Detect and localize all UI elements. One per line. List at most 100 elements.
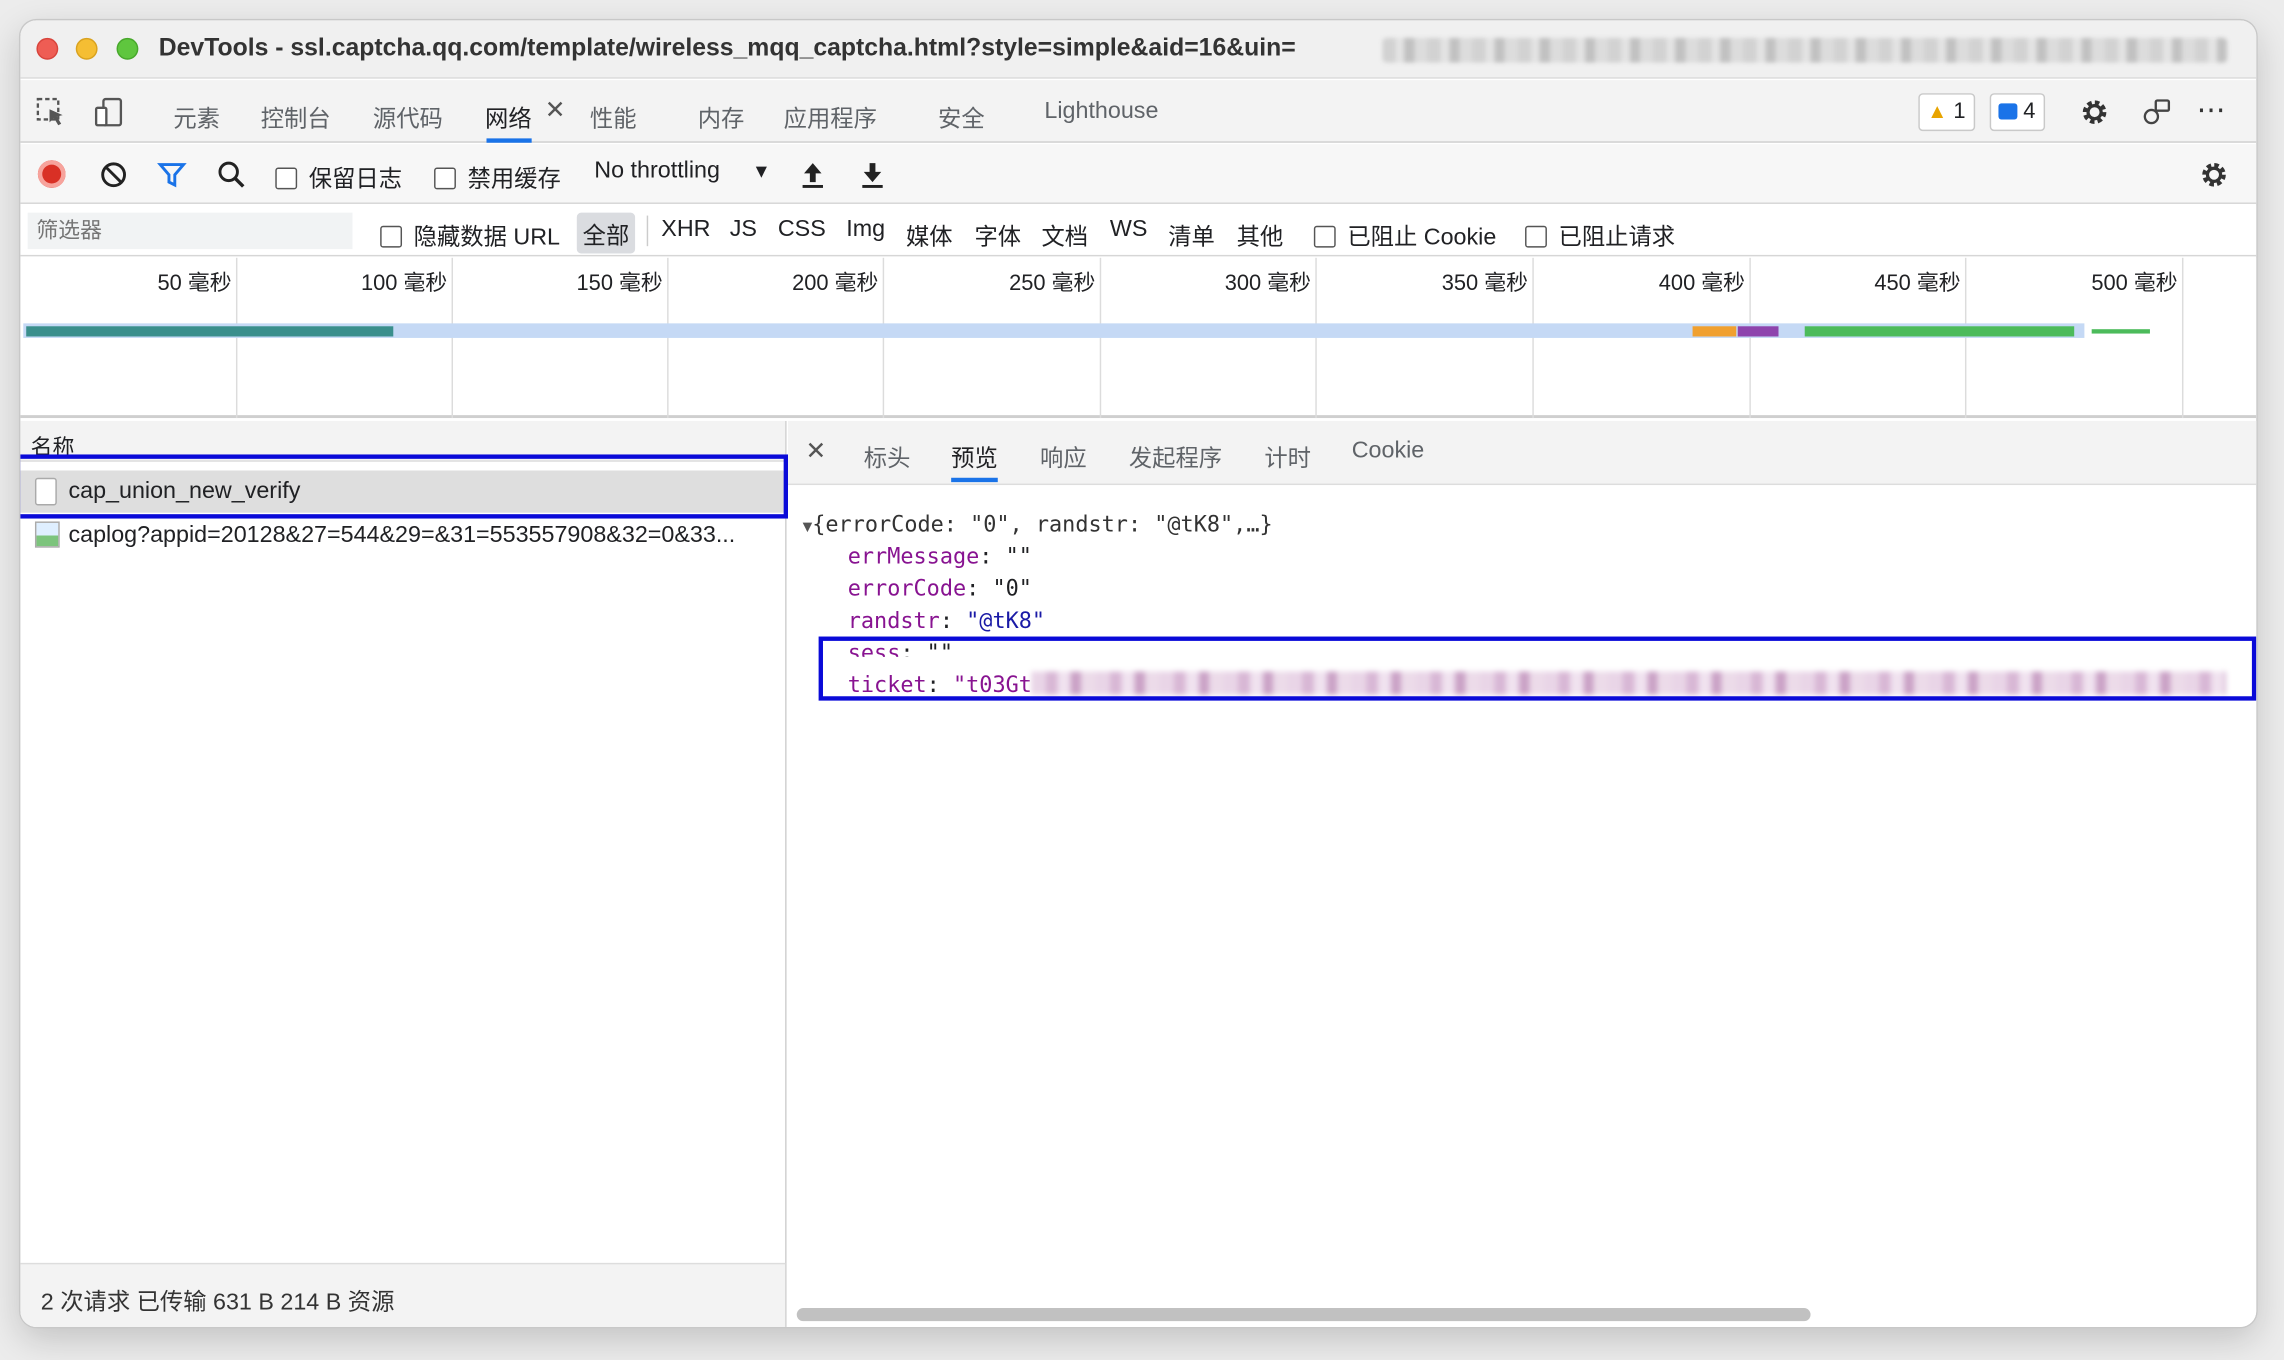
filter-type-xhr[interactable]: XHR	[661, 217, 710, 243]
request-row-caplog[interactable]: caplog?appid=20128&27=544&29=&31=5535579…	[20, 514, 786, 556]
tab-sources[interactable]: 源代码	[373, 99, 443, 134]
request-name: caplog?appid=20128&27=544&29=&31=5535579…	[68, 522, 736, 548]
timeline-tick: 400 毫秒	[1658, 270, 1746, 296]
status-bar: 2 次请求 已传输 631 B 214 B 资源	[20, 1262, 786, 1327]
checkbox-icon	[275, 167, 298, 190]
checkbox-icon	[380, 225, 403, 248]
tab-initiator[interactable]: 发起程序	[1129, 438, 1222, 473]
close-window-button[interactable]	[36, 37, 59, 60]
devtools-window: DevTools - ssl.captcha.qq.com/template/w…	[20, 20, 2257, 1327]
hide-data-url-checkbox[interactable]: 隐藏数据 URL	[380, 217, 560, 252]
title-bar: DevTools - ssl.captcha.qq.com/template/w…	[20, 20, 2257, 79]
expand-triangle-icon[interactable]: ▼	[803, 517, 813, 536]
tab-memory[interactable]: 内存	[698, 99, 745, 134]
request-detail-pane: ✕ 标头 预览 响应 发起程序 计时 Cookie ▼{errorCode: "…	[788, 420, 2257, 1327]
tab-lighthouse[interactable]: Lighthouse	[1044, 99, 1158, 125]
timeline-tick: 300 毫秒	[1224, 270, 1311, 296]
detail-tab-bar: ✕ 标头 预览 响应 发起程序 计时 Cookie	[788, 420, 2257, 486]
filter-input[interactable]	[27, 212, 353, 250]
timeline-tick: 100 毫秒	[360, 270, 448, 296]
timeline-tick: 200 毫秒	[792, 270, 879, 296]
tab-application[interactable]: 应用程序	[784, 99, 877, 134]
tab-console[interactable]: 控制台	[261, 99, 331, 134]
tab-elements[interactable]: 元素	[173, 99, 220, 134]
network-toolbar: 保留日志 禁用缓存 No throttling ▼	[20, 144, 2257, 204]
timeline-tick: 350 毫秒	[1441, 270, 1528, 296]
minimize-window-button[interactable]	[75, 37, 98, 60]
panel-tab-bar: 元素 控制台 源代码 网络 ✕ 性能 内存 应用程序 安全 Lighthouse…	[20, 80, 2257, 143]
tab-preview[interactable]: 预览	[951, 438, 998, 473]
blocked-requests-checkbox[interactable]: 已阻止请求	[1525, 217, 1675, 252]
json-summary-row[interactable]: ▼{errorCode: "0", randstr: "@tK8",…}	[803, 511, 1273, 537]
more-options-icon[interactable]: ⋯	[2197, 92, 2226, 128]
request-bar-download	[1804, 326, 2075, 337]
dropdown-arrow-icon: ▼	[751, 160, 771, 183]
filter-type-css[interactable]: CSS	[778, 217, 826, 243]
divider	[646, 215, 649, 247]
settings-gear-icon[interactable]	[2079, 96, 2111, 128]
message-icon	[1998, 103, 2018, 120]
grid-line	[2181, 257, 2184, 419]
tab-response[interactable]: 响应	[1040, 438, 1087, 473]
close-tab-icon[interactable]: ✕	[545, 96, 566, 125]
warning-icon: ▲	[1927, 99, 1948, 123]
active-tab-indicator	[951, 477, 998, 483]
warnings-badge[interactable]: ▲ 1	[1918, 93, 1976, 132]
filter-type-font[interactable]: 字体	[974, 217, 1021, 252]
filter-type-other[interactable]: 其他	[1237, 217, 1284, 252]
timeline-tick: 250 毫秒	[1009, 270, 1096, 296]
filter-type-js[interactable]: JS	[730, 217, 757, 243]
filter-bar: 隐藏数据 URL 全部 XHR JS CSS Img 媒体 字体 文档 WS 清…	[20, 205, 2257, 257]
filter-type-media[interactable]: 媒体	[906, 217, 953, 252]
disable-cache-checkbox[interactable]: 禁用缓存	[434, 159, 561, 194]
remote-devices-icon[interactable]	[2140, 96, 2172, 128]
json-property: errMessage: ""	[847, 543, 1032, 570]
filter-type-manifest[interactable]: 清单	[1168, 217, 1215, 252]
tab-cookies[interactable]: Cookie	[1352, 438, 1425, 464]
timeline-tick: 500 毫秒	[2091, 270, 2178, 296]
import-har-icon[interactable]	[797, 159, 829, 191]
device-toolbar-icon[interactable]	[93, 96, 125, 128]
tab-network[interactable]: 网络	[485, 99, 532, 134]
request-bar-caplog	[2091, 329, 2150, 334]
json-property: randstr: "@tK8"	[847, 607, 1046, 634]
filter-type-ws[interactable]: WS	[1110, 217, 1148, 243]
checkbox-icon	[1525, 225, 1547, 248]
horizontal-scrollbar[interactable]	[796, 1308, 1811, 1322]
checkbox-icon	[434, 167, 456, 190]
active-tab-indicator	[486, 138, 532, 143]
search-icon[interactable]	[216, 159, 248, 191]
network-settings-gear-icon[interactable]	[2198, 159, 2230, 191]
image-file-icon	[34, 521, 60, 548]
export-har-icon[interactable]	[856, 159, 888, 191]
request-bar-verify	[26, 326, 394, 337]
tab-headers[interactable]: 标头	[864, 438, 911, 473]
throttling-select[interactable]: No throttling ▼	[594, 159, 770, 185]
tab-timing[interactable]: 计时	[1264, 438, 1311, 473]
timeline-tick: 150 毫秒	[576, 270, 663, 296]
blocked-cookies-checkbox[interactable]: 已阻止 Cookie	[1313, 217, 1496, 252]
tab-security[interactable]: 安全	[938, 99, 985, 134]
timeline-overview[interactable]: 50 毫秒 100 毫秒 150 毫秒 200 毫秒 250 毫秒 300 毫秒…	[20, 257, 2257, 419]
request-bar-ssl	[1737, 326, 1779, 337]
request-summary: 2 次请求 已传输 631 B 214 B 资源	[40, 1290, 395, 1316]
filter-type-all[interactable]: 全部	[576, 212, 636, 254]
record-button[interactable]	[37, 160, 66, 188]
request-list: 名称 cap_union_new_verify caplog?appid=201…	[20, 420, 787, 1327]
tab-performance[interactable]: 性能	[590, 99, 637, 134]
filter-type-img[interactable]: Img	[846, 217, 885, 243]
messages-badge[interactable]: 4	[1989, 93, 2046, 132]
clear-icon[interactable]	[98, 159, 130, 191]
highlight-box-ticket	[818, 636, 2257, 701]
window-title: DevTools - ssl.captcha.qq.com/template/w…	[158, 33, 1296, 62]
close-detail-icon[interactable]: ✕	[805, 437, 826, 466]
filter-icon[interactable]	[156, 159, 188, 191]
inspect-element-icon[interactable]	[35, 96, 67, 128]
timeline-tick: 450 毫秒	[1874, 270, 1961, 296]
json-property: errorCode: "0"	[847, 575, 1032, 602]
zoom-window-button[interactable]	[116, 37, 139, 60]
checkbox-icon	[1313, 225, 1336, 248]
filter-type-doc[interactable]: 文档	[1041, 217, 1088, 252]
timeline-tick: 50 毫秒	[157, 270, 232, 296]
preserve-log-checkbox[interactable]: 保留日志	[275, 159, 402, 194]
